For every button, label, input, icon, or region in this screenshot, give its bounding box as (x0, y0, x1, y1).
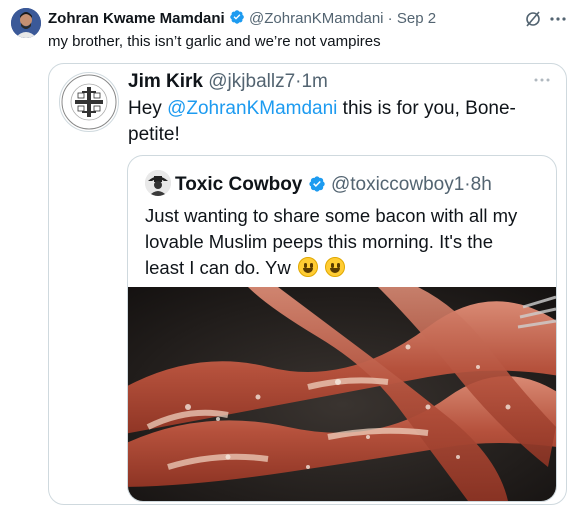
quote-header: Jim Kirk @jkjballz7·1m (128, 71, 328, 92)
nested-time[interactable]: 8h (471, 174, 492, 195)
nested-header: Toxic Cowboy @toxiccowboy1·8h (175, 174, 492, 195)
avatar[interactable] (11, 8, 41, 38)
author-name[interactable]: Zohran Kwame Mamdani (48, 10, 225, 27)
quote-text: Hey @ZohranKMamdani this is for you, Bon… (128, 98, 516, 145)
quote-more-icon[interactable] (532, 72, 552, 88)
verified-badge-icon (308, 175, 326, 193)
nested-avatar[interactable] (145, 170, 171, 196)
more-icon[interactable] (548, 9, 568, 29)
tweet-text: my brother, this isn’t garlic and we’re … (48, 33, 381, 50)
quote-time[interactable]: 1m (301, 71, 327, 92)
nested-quoted-tweet[interactable]: Toxic Cowboy @toxiccowboy1·8h Just wanti… (127, 155, 557, 502)
nested-author-name[interactable]: Toxic Cowboy (175, 174, 302, 195)
grinning-face-icon (324, 257, 345, 277)
nested-author-handle[interactable]: @toxiccowboy1 (331, 174, 464, 195)
quote-avatar[interactable] (59, 72, 119, 132)
nested-text: Just wanting to share some bacon with al… (145, 205, 518, 278)
author-handle[interactable]: @ZohranKMamdani (249, 10, 383, 27)
tweet-header: Zohran Kwame Mamdani @ZohranKMamdani · S… (48, 9, 437, 27)
verified-badge-icon (229, 9, 245, 25)
bacon-image[interactable] (128, 287, 556, 501)
grok-icon[interactable] (523, 9, 543, 29)
mention-link[interactable]: @ZohranKMamdani (167, 98, 337, 119)
grinning-face-icon (297, 257, 318, 277)
quote-author-handle[interactable]: @jkjballz7 (208, 71, 295, 92)
tweet-date[interactable]: Sep 2 (397, 10, 436, 27)
quote-author-name[interactable]: Jim Kirk (128, 71, 203, 92)
